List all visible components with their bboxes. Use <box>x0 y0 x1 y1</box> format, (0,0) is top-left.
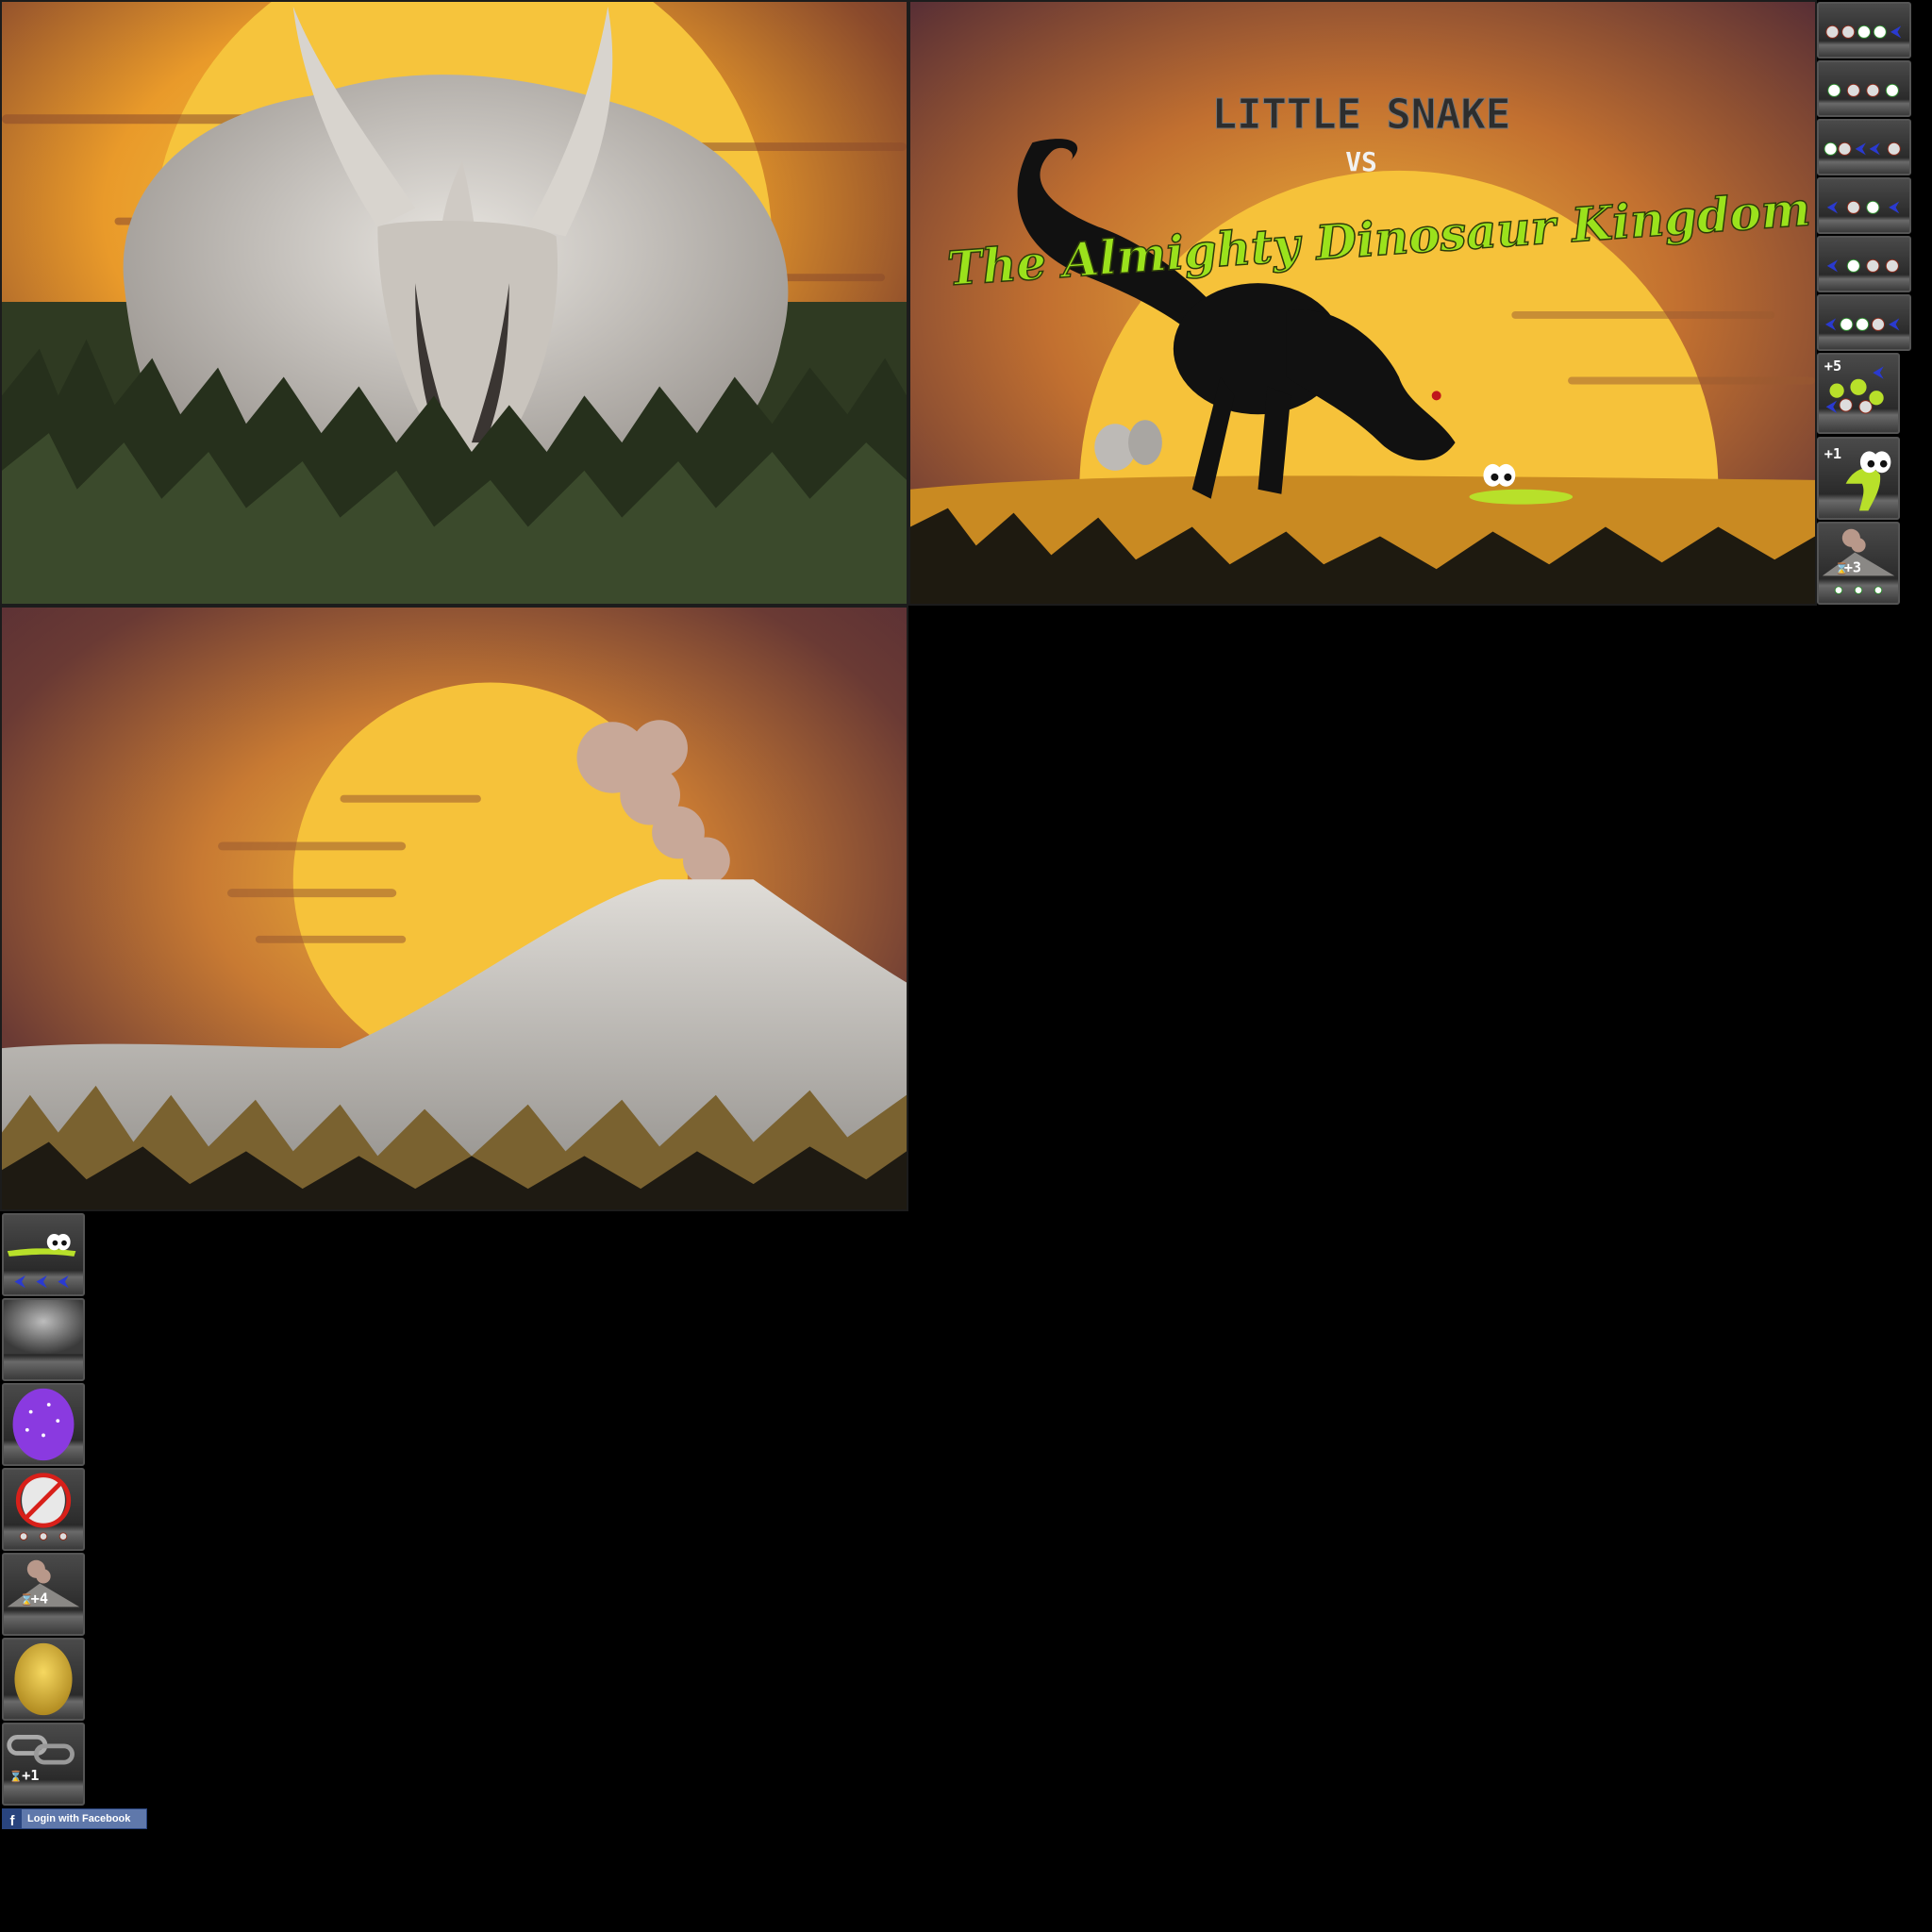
sprite-atlas: LITTLE SNAKE VS The Almighty Dinosaur Ki… <box>0 0 1932 1932</box>
snake-speed-icon[interactable] <box>2 1213 85 1296</box>
hourglass-icon: ⌛ <box>9 1770 23 1783</box>
no-egg-icon[interactable] <box>2 1468 85 1551</box>
plus1-label: +1 <box>1824 445 1841 462</box>
empty-slot-icon[interactable] <box>2 1298 85 1381</box>
egg-row-3-icon[interactable] <box>1817 119 1911 175</box>
title-line-1: LITTLE SNAKE <box>1212 91 1511 139</box>
chain-time-plus1-icon[interactable]: ⌛ +1 <box>2 1723 85 1806</box>
plus1-chain-label: +1 <box>22 1767 39 1784</box>
volcano-time-plus3-icon[interactable]: +3 ⌛ <box>1817 522 1900 605</box>
plus5-label: +5 <box>1824 358 1841 375</box>
snake-plus1-icon[interactable]: +1 <box>1817 437 1900 520</box>
plus4-label: +4 <box>31 1591 48 1607</box>
triceratops-skull-background <box>0 0 908 606</box>
volcano-time-plus4-icon[interactable]: ⌛ +4 <box>2 1553 85 1636</box>
title-line-2: VS <box>1345 146 1377 177</box>
egg-row-5-icon[interactable] <box>1817 236 1911 292</box>
facebook-icon: f <box>3 1809 22 1828</box>
egg-row-6-icon[interactable] <box>1817 294 1911 351</box>
purple-egg-icon[interactable] <box>2 1383 85 1466</box>
egg-bundle-plus5-icon[interactable]: +5 <box>1817 353 1900 434</box>
title-screen-trex: LITTLE SNAKE VS The Almighty Dinosaur Ki… <box>908 0 1817 606</box>
egg-row-1-icon[interactable] <box>1817 2 1911 58</box>
login-with-facebook-button[interactable]: f Login with Facebook <box>2 1808 147 1829</box>
hourglass-icon: ⌛ <box>1835 562 1848 575</box>
golden-egg-icon[interactable] <box>2 1638 85 1721</box>
volcano-background <box>0 606 908 1211</box>
facebook-button-label: Login with Facebook <box>27 1813 131 1824</box>
egg-row-4-icon[interactable] <box>1817 177 1911 234</box>
egg-row-2-icon[interactable] <box>1817 60 1911 117</box>
